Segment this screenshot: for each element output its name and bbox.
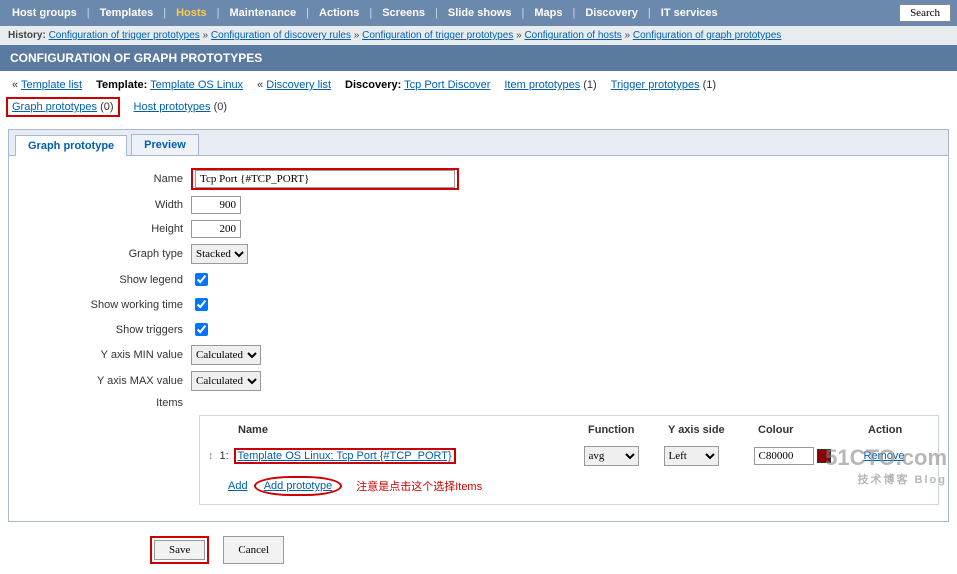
show-wt-checkbox[interactable] bbox=[195, 298, 208, 311]
remove-link[interactable]: Remove bbox=[864, 450, 905, 462]
item-prototypes-link[interactable]: Item prototypes bbox=[504, 79, 580, 91]
height-label: Height bbox=[21, 223, 191, 235]
show-trig-checkbox[interactable] bbox=[195, 323, 208, 336]
show-legend-label: Show legend bbox=[21, 274, 191, 286]
history-bar: History: Configuration of trigger protot… bbox=[0, 26, 957, 45]
top-nav: Host groups| Templates| Hosts| Maintenan… bbox=[0, 0, 957, 26]
history-link[interactable]: Configuration of graph prototypes bbox=[633, 30, 781, 41]
nav-slide-shows[interactable]: Slide shows bbox=[442, 5, 518, 21]
form-panel: Name Width Height Graph type Stacked Sho… bbox=[8, 156, 949, 522]
col-colour: Colour bbox=[758, 424, 868, 436]
width-field[interactable] bbox=[191, 196, 241, 214]
graph-prototypes-link[interactable]: Graph prototypes bbox=[12, 101, 97, 113]
nav-actions[interactable]: Actions bbox=[313, 5, 365, 21]
graph-prototypes-highlight: Graph prototypes (0) bbox=[6, 97, 120, 117]
trigger-proto-count: (1) bbox=[703, 79, 716, 91]
history-link[interactable]: Configuration of discovery rules bbox=[211, 30, 351, 41]
colour-swatch[interactable] bbox=[817, 449, 831, 463]
name-highlight bbox=[191, 168, 459, 190]
history-label: History: bbox=[8, 30, 46, 41]
ymin-label: Y axis MIN value bbox=[21, 349, 191, 361]
colour-field[interactable] bbox=[754, 447, 814, 465]
search-button[interactable]: Search bbox=[899, 4, 951, 22]
name-field[interactable] bbox=[195, 170, 455, 188]
row-name-highlight: Template OS Linux: Tcp Port {#TCP_PORT} bbox=[234, 448, 456, 464]
col-action: Action bbox=[868, 424, 928, 436]
template-link[interactable]: Template OS Linux bbox=[150, 79, 243, 91]
history-link[interactable]: Configuration of hosts bbox=[524, 30, 621, 41]
subnav-row2: Graph prototypes (0) Host prototypes (0) bbox=[0, 99, 957, 125]
row-number: 1: bbox=[220, 450, 234, 462]
height-field[interactable] bbox=[191, 220, 241, 238]
host-proto-count: (0) bbox=[214, 101, 227, 113]
page-title: CONFIGURATION OF GRAPH PROTOTYPES bbox=[0, 45, 957, 71]
col-side: Y axis side bbox=[668, 424, 758, 436]
side-select[interactable]: Left bbox=[664, 446, 719, 466]
show-wt-label: Show working time bbox=[21, 299, 191, 311]
ymin-select[interactable]: Calculated bbox=[191, 345, 261, 365]
col-function: Function bbox=[588, 424, 668, 436]
items-table: Name Function Y axis side Colour Action … bbox=[199, 415, 939, 505]
drag-handle-icon[interactable]: ↕ bbox=[208, 450, 214, 462]
discovery-link[interactable]: Tcp Port Discover bbox=[404, 79, 490, 91]
annotation-note: 注意是点击这个选择Items bbox=[356, 478, 482, 494]
nav-screens[interactable]: Screens bbox=[376, 5, 431, 21]
item-name-link[interactable]: Template OS Linux: Tcp Port {#TCP_PORT} bbox=[238, 450, 452, 462]
col-name: Name bbox=[238, 424, 588, 436]
ymax-label: Y axis MAX value bbox=[21, 375, 191, 387]
items-label: Items bbox=[21, 397, 191, 409]
tabs: Graph prototype Preview bbox=[8, 129, 949, 156]
cancel-button[interactable]: Cancel bbox=[223, 536, 284, 564]
button-bar: Save Cancel bbox=[150, 536, 957, 564]
save-highlight: Save bbox=[150, 536, 209, 564]
add-prototype-link[interactable]: Add prototype bbox=[264, 480, 333, 492]
function-select[interactable]: avg bbox=[584, 446, 639, 466]
width-label: Width bbox=[21, 199, 191, 211]
item-proto-count: (1) bbox=[583, 79, 596, 91]
nav-discovery[interactable]: Discovery bbox=[579, 5, 644, 21]
add-prototype-highlight: Add prototype bbox=[254, 476, 343, 496]
nav-hosts[interactable]: Hosts bbox=[170, 5, 213, 21]
nav-maintenance[interactable]: Maintenance bbox=[224, 5, 303, 21]
show-legend-checkbox[interactable] bbox=[195, 273, 208, 286]
ymax-select[interactable]: Calculated bbox=[191, 371, 261, 391]
nav-it-services[interactable]: IT services bbox=[655, 5, 724, 21]
add-link[interactable]: Add bbox=[228, 480, 248, 492]
discovery-label: Discovery: bbox=[345, 79, 401, 91]
graph-proto-count: (0) bbox=[100, 101, 113, 113]
history-link[interactable]: Configuration of trigger prototypes bbox=[362, 30, 513, 41]
history-link[interactable]: Configuration of trigger prototypes bbox=[49, 30, 200, 41]
name-label: Name bbox=[21, 173, 191, 185]
show-trig-label: Show triggers bbox=[21, 324, 191, 336]
nav-templates[interactable]: Templates bbox=[94, 5, 160, 21]
save-button[interactable]: Save bbox=[154, 540, 205, 560]
host-prototypes-link[interactable]: Host prototypes bbox=[134, 101, 211, 113]
template-list-link[interactable]: Template list bbox=[21, 79, 82, 91]
table-row: ↕ 1: Template OS Linux: Tcp Port {#TCP_P… bbox=[206, 444, 932, 468]
discovery-list-link[interactable]: Discovery list bbox=[266, 79, 331, 91]
template-label: Template: bbox=[96, 79, 147, 91]
tab-graph-prototype[interactable]: Graph prototype bbox=[15, 135, 127, 156]
nav-maps[interactable]: Maps bbox=[528, 5, 568, 21]
trigger-prototypes-link[interactable]: Trigger prototypes bbox=[611, 79, 700, 91]
tab-preview[interactable]: Preview bbox=[131, 134, 199, 155]
graph-type-label: Graph type bbox=[21, 248, 191, 260]
graph-type-select[interactable]: Stacked bbox=[191, 244, 248, 264]
subnav: « Template list Template: Template OS Li… bbox=[0, 71, 957, 99]
nav-host-groups[interactable]: Host groups bbox=[6, 5, 83, 21]
